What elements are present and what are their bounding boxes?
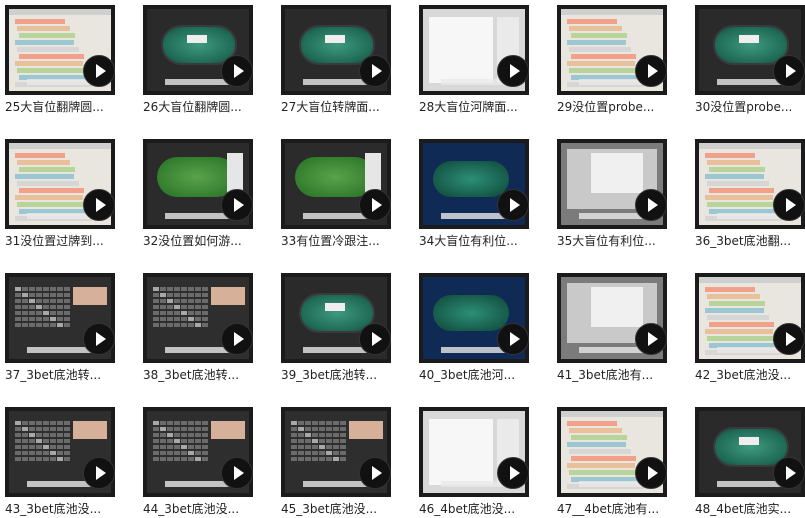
video-title[interactable]: 39_3bet底池转... [281, 367, 401, 383]
video-thumbnail[interactable] [5, 139, 115, 229]
video-thumbnail[interactable] [419, 5, 529, 95]
play-icon[interactable] [497, 189, 529, 221]
video-thumbnail[interactable] [281, 5, 391, 95]
video-thumbnail[interactable] [557, 139, 667, 229]
video-thumbnail[interactable] [419, 407, 529, 497]
video-title[interactable]: 37_3bet底池转... [5, 367, 125, 383]
play-icon[interactable] [83, 457, 115, 489]
play-icon[interactable] [773, 189, 805, 221]
play-icon[interactable] [497, 457, 529, 489]
video-title[interactable]: 47__4bet底池有... [557, 501, 677, 517]
video-thumbnail[interactable] [5, 273, 115, 363]
video-title[interactable]: 26大盲位翻牌圆... [143, 99, 263, 115]
play-icon[interactable] [497, 323, 529, 355]
video-title[interactable]: 32没位置如何游... [143, 233, 263, 249]
play-icon[interactable] [773, 323, 805, 355]
video-thumbnail[interactable] [695, 407, 805, 497]
video-title[interactable]: 45_3bet底池没... [281, 501, 401, 517]
play-icon[interactable] [635, 189, 667, 221]
video-thumbnail[interactable] [281, 407, 391, 497]
video-grid: 25大盲位翻牌圆... 26大盲位翻牌圆... 27大盲位转牌面... 28大盲位河牌… [0, 0, 805, 518]
video-title[interactable]: 46_4bet底池没... [419, 501, 539, 517]
video-thumbnail[interactable] [557, 407, 667, 497]
play-icon[interactable] [635, 457, 667, 489]
play-icon[interactable] [359, 323, 391, 355]
play-icon[interactable] [221, 457, 253, 489]
play-icon[interactable] [359, 189, 391, 221]
play-icon[interactable] [221, 189, 253, 221]
play-icon[interactable] [83, 189, 115, 221]
video-title[interactable]: 38_3bet底池转... [143, 367, 263, 383]
video-title[interactable]: 40_3bet底池河... [419, 367, 539, 383]
video-title[interactable]: 30没位置probe... [695, 99, 805, 115]
video-thumbnail[interactable] [695, 273, 805, 363]
play-icon[interactable] [497, 55, 529, 87]
video-thumbnail[interactable] [695, 139, 805, 229]
play-icon[interactable] [635, 323, 667, 355]
play-icon[interactable] [635, 55, 667, 87]
video-thumbnail[interactable] [419, 139, 529, 229]
video-thumbnail[interactable] [557, 5, 667, 95]
video-thumbnail[interactable] [143, 5, 253, 95]
video-thumbnail[interactable] [5, 5, 115, 95]
play-icon[interactable] [773, 55, 805, 87]
video-thumbnail[interactable] [143, 139, 253, 229]
video-title[interactable]: 27大盲位转牌面... [281, 99, 401, 115]
play-icon[interactable] [359, 457, 391, 489]
play-icon[interactable] [221, 323, 253, 355]
video-thumbnail[interactable] [281, 139, 391, 229]
video-title[interactable]: 42_3bet底池没... [695, 367, 805, 383]
play-icon[interactable] [83, 55, 115, 87]
video-thumbnail[interactable] [281, 273, 391, 363]
video-title[interactable]: 43_3bet底池没... [5, 501, 125, 517]
video-thumbnail[interactable] [557, 273, 667, 363]
video-title[interactable]: 31没位置过牌到... [5, 233, 125, 249]
play-icon[interactable] [221, 55, 253, 87]
video-thumbnail[interactable] [143, 273, 253, 363]
video-thumbnail[interactable] [5, 407, 115, 497]
video-thumbnail[interactable] [143, 407, 253, 497]
video-title[interactable]: 41_3bet底池有... [557, 367, 677, 383]
video-thumbnail[interactable] [695, 5, 805, 95]
play-icon[interactable] [83, 323, 115, 355]
play-icon[interactable] [773, 457, 805, 489]
video-thumbnail[interactable] [419, 273, 529, 363]
video-title[interactable]: 44_3bet底池没... [143, 501, 263, 517]
video-title[interactable]: 34大盲位有利位... [419, 233, 539, 249]
video-title[interactable]: 48_4bet底池实... [695, 501, 805, 517]
video-title[interactable]: 35大盲位有利位... [557, 233, 677, 249]
video-title[interactable]: 33有位置冷跟注... [281, 233, 401, 249]
play-icon[interactable] [359, 55, 391, 87]
video-title[interactable]: 28大盲位河牌面... [419, 99, 539, 115]
video-title[interactable]: 36_3bet底池翻... [695, 233, 805, 249]
video-title[interactable]: 25大盲位翻牌圆... [5, 99, 125, 115]
video-title[interactable]: 29没位置probe... [557, 99, 677, 115]
